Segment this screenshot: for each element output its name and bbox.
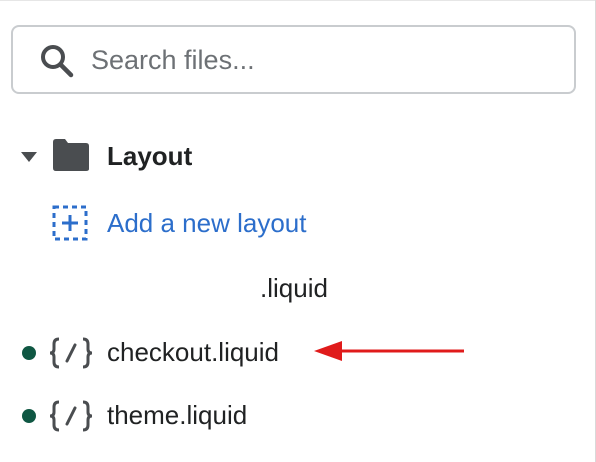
- folder-icon: [53, 139, 89, 171]
- folder-label: Layout: [107, 141, 193, 171]
- code-icon: [49, 337, 93, 369]
- file-row-theme[interactable]: theme.liquid: [0, 391, 595, 441]
- file-browser-panel: Layout Add a new layout .liquid checkout…: [0, 0, 596, 462]
- panel-top-border: [0, 0, 596, 1]
- file-row-unnamed[interactable]: .liquid: [0, 264, 595, 314]
- modified-dot: [22, 409, 36, 423]
- modified-dot: [22, 346, 36, 360]
- search-icon: [41, 45, 74, 78]
- file-label: theme.liquid: [107, 400, 248, 430]
- search-box[interactable]: [11, 25, 576, 94]
- folder-row-layout[interactable]: Layout: [0, 132, 595, 182]
- add-new-layout-row[interactable]: Add a new layout: [0, 199, 595, 249]
- search-input[interactable]: [91, 37, 551, 83]
- add-file-icon: [52, 205, 88, 241]
- add-new-layout-link[interactable]: Add a new layout: [107, 208, 306, 239]
- annotation-arrow-icon: [314, 341, 464, 361]
- file-row-checkout[interactable]: checkout.liquid: [0, 328, 595, 378]
- file-label: checkout.liquid: [107, 337, 279, 367]
- code-icon: [49, 400, 93, 432]
- file-label: .liquid: [260, 273, 328, 303]
- caret-down-icon[interactable]: [20, 150, 38, 164]
